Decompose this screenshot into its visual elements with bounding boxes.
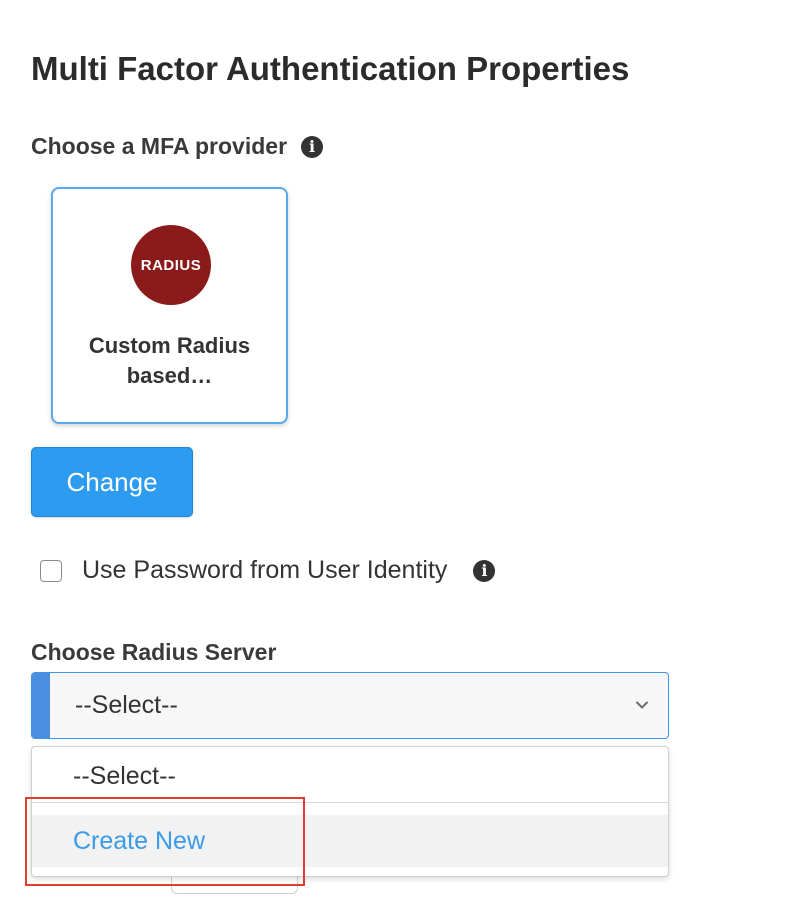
use-password-row: Use Password from User Identity i bbox=[40, 556, 496, 585]
radius-server-select[interactable]: --Select-- bbox=[31, 672, 669, 739]
provider-name: Custom Radius based… bbox=[88, 333, 251, 388]
mfa-provider-label: Choose a MFA provider i bbox=[31, 133, 324, 160]
change-provider-button[interactable]: Change bbox=[31, 447, 193, 517]
radius-logo: RADIUS bbox=[131, 225, 211, 305]
dropdown-option-select[interactable]: --Select-- bbox=[32, 747, 668, 803]
radius-server-label-text: Choose Radius Server bbox=[31, 639, 277, 665]
radius-server-label: Choose Radius Server bbox=[31, 639, 276, 666]
mfa-provider-card[interactable]: RADIUS Custom Radius based… bbox=[51, 187, 288, 424]
radius-server-select-value: --Select-- bbox=[75, 691, 178, 719]
dropdown-option-create-new[interactable]: Create New bbox=[32, 815, 668, 867]
chevron-down-icon bbox=[636, 701, 648, 709]
use-password-checkbox[interactable] bbox=[40, 559, 62, 582]
info-circle-icon[interactable]: i bbox=[301, 135, 324, 158]
mfa-provider-label-text: Choose a MFA provider bbox=[31, 133, 288, 159]
radius-server-dropdown: --Select-- Create New bbox=[31, 746, 669, 877]
use-password-label[interactable]: Use Password from User Identity bbox=[82, 556, 447, 585]
page-title: Multi Factor Authentication Properties bbox=[31, 50, 630, 87]
select-focus-accent bbox=[32, 673, 50, 738]
info-circle-icon[interactable]: i bbox=[473, 559, 496, 582]
